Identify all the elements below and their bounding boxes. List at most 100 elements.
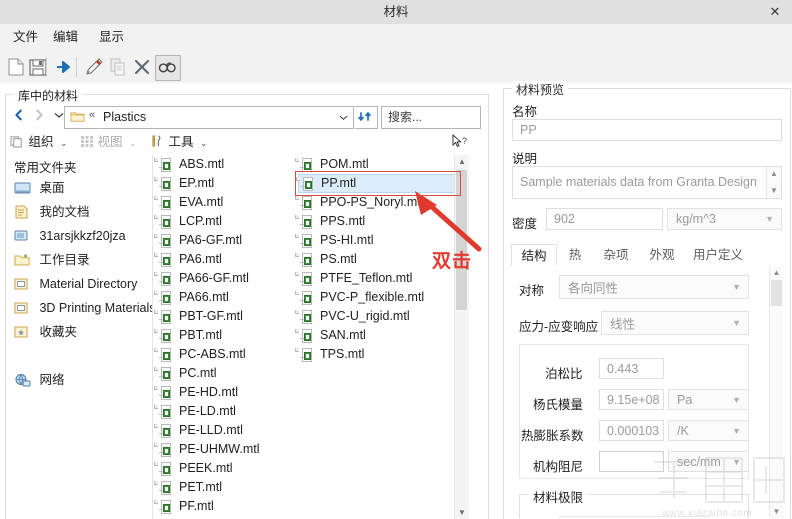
mtl-file-icon <box>154 291 172 305</box>
file-item[interactable]: PE-UHMW.mtl <box>154 440 297 459</box>
scroll-up-icon[interactable]: ▲ <box>455 155 469 169</box>
scroll-down-icon[interactable]: ▼ <box>455 506 469 519</box>
file-item[interactable]: PC.mtl <box>154 364 297 383</box>
file-item[interactable]: PA6-GF.mtl <box>154 231 297 250</box>
thermal-expansion-unit-select[interactable]: /K ▼ <box>668 420 749 441</box>
file-item[interactable]: ABS.mtl <box>154 155 297 174</box>
menu-item-view[interactable]: 显示 <box>94 28 129 47</box>
tab-外观[interactable]: 外观 <box>639 244 685 266</box>
scroll-down-icon[interactable]: ▼ <box>770 505 783 518</box>
file-item[interactable]: EP.mtl <box>154 174 297 193</box>
delete-button[interactable] <box>130 55 154 79</box>
view-mode-button[interactable]: 视图 ⌄ <box>80 132 137 152</box>
scroll-down-icon[interactable]: ▼ <box>767 184 781 198</box>
sidebar-item-material-directory[interactable]: Material Directory <box>14 275 137 294</box>
address-bar: « Plastics 搜索... <box>6 104 481 130</box>
mtl-file-icon <box>295 196 313 210</box>
refresh-button[interactable] <box>355 106 378 129</box>
youngs-modulus-label: 杨氏模量 <box>533 398 584 412</box>
stress-strain-select[interactable]: 线性 ▼ <box>601 311 749 335</box>
symmetry-select[interactable]: 各向同性 ▼ <box>559 275 749 299</box>
file-name: PE-UHMW.mtl <box>179 442 260 456</box>
address-field[interactable]: « Plastics <box>64 106 354 129</box>
organize-button[interactable]: 组织 ⌄ <box>10 132 68 152</box>
tools-button[interactable]: 工具 ⌄ <box>150 132 208 152</box>
help-pointer-icon[interactable]: ? <box>451 133 471 153</box>
file-item[interactable]: POM.mtl <box>295 155 458 174</box>
file-item[interactable]: LCP.mtl <box>154 212 297 231</box>
sidebar-item-my-documents[interactable]: 我的文档 <box>14 203 90 222</box>
file-item[interactable]: PEEK.mtl <box>154 459 297 478</box>
file-item[interactable]: PF.mtl <box>154 497 297 516</box>
file-name: PTFE_Teflon.mtl <box>320 271 413 285</box>
sidebar-item-3d-printing-materials[interactable]: 3D Printing Materials <box>14 299 156 318</box>
search-input[interactable]: 搜索... <box>381 106 481 129</box>
file-item[interactable]: PC-ABS.mtl <box>154 345 297 364</box>
poisson-ratio-field[interactable]: 0.443 <box>599 358 664 379</box>
menu-item-file[interactable]: 文件 <box>8 28 43 47</box>
sidebar-item-favorites[interactable]: 收藏夹 <box>14 323 77 342</box>
sidebar-item-work-directory[interactable]: 工作目录 <box>14 251 90 270</box>
file-item[interactable]: PE-HD.mtl <box>154 383 297 402</box>
tools-label: 工具 <box>168 135 194 149</box>
sidebar-item-desktop[interactable]: 桌面 <box>14 179 65 198</box>
file-item[interactable]: PA6.mtl <box>154 250 297 269</box>
view-mode-label: 视图 <box>97 135 123 149</box>
thermal-expansion-field[interactable]: 0.000103 <box>599 420 664 441</box>
file-item[interactable]: TPS.mtl <box>295 345 458 364</box>
youngs-modulus-unit-select[interactable]: Pa ▼ <box>668 389 749 410</box>
back-button[interactable] <box>10 108 27 126</box>
thermal-expansion-value: 0.000103 <box>607 423 660 438</box>
menu-item-edit[interactable]: 编辑 <box>48 28 83 47</box>
file-item[interactable]: PBT.mtl <box>154 326 297 345</box>
view-button[interactable] <box>155 55 181 81</box>
structural-damping-unit-select[interactable]: sec/mm ▼ <box>668 451 749 472</box>
file-item[interactable]: PVC-U_rigid.mtl <box>295 307 458 326</box>
edit-button[interactable] <box>82 55 106 79</box>
tab-用户定义[interactable]: 用户定义 <box>685 244 751 266</box>
file-item[interactable]: SAN.mtl <box>295 326 458 345</box>
scroll-up-icon[interactable]: ▲ <box>770 266 783 279</box>
mtl-file-icon <box>154 215 172 229</box>
structure-scrollbar[interactable]: ▲ ▼ <box>769 266 783 518</box>
mtl-file-icon <box>295 348 313 362</box>
thermal-expansion-label: 热膨胀系数 <box>521 429 584 443</box>
name-field[interactable]: PP <box>512 119 782 141</box>
file-item[interactable]: PET.mtl <box>154 478 297 497</box>
density-field[interactable]: 902 <box>546 208 663 230</box>
apply-button[interactable] <box>52 55 76 79</box>
sidebar-item-computer[interactable]: 31arsjkkzf20jza <box>14 227 126 246</box>
scrollbar-thumb[interactable] <box>771 280 782 306</box>
copy-button[interactable] <box>106 55 130 79</box>
file-item[interactable]: PBT-GF.mtl <box>154 307 297 326</box>
tab-热[interactable]: 热 <box>557 244 593 266</box>
file-item[interactable]: PA66-GF.mtl <box>154 269 297 288</box>
description-scrollbar[interactable]: ▲ ▼ <box>766 167 781 198</box>
description-field[interactable]: Sample materials data from Granta Design… <box>512 166 782 199</box>
file-item[interactable]: PVC-P_flexible.mtl <box>295 288 458 307</box>
sidebar-item-network[interactable]: 网络 <box>14 371 65 390</box>
youngs-modulus-field[interactable]: 9.15e+08 <box>599 389 664 410</box>
new-file-button[interactable] <box>4 55 28 79</box>
close-button[interactable]: ✕ <box>764 3 786 21</box>
title-bar: 材料 ✕ <box>0 0 792 25</box>
file-item[interactable]: PE-LLD.mtl <box>154 421 297 440</box>
density-unit-select[interactable]: kg/m^3 ▼ <box>667 208 782 230</box>
mtl-file-icon <box>154 367 172 381</box>
file-item[interactable]: EVA.mtl <box>154 193 297 212</box>
forward-button[interactable] <box>30 108 47 126</box>
mtl-file-icon <box>154 386 172 400</box>
tab-杂项[interactable]: 杂项 <box>593 244 639 266</box>
scroll-up-icon[interactable]: ▲ <box>767 167 781 181</box>
file-name: EP.mtl <box>179 176 215 190</box>
file-item[interactable]: PE-LD.mtl <box>154 402 297 421</box>
file-item[interactable]: PA66.mtl <box>154 288 297 307</box>
youngs-modulus-unit: Pa <box>677 392 693 407</box>
address-dropdown-icon[interactable] <box>339 113 348 124</box>
glasses-icon <box>158 62 176 73</box>
sidebar-label: 收藏夹 <box>39 325 77 339</box>
organize-label: 组织 <box>28 135 54 149</box>
file-name: PEEK.mtl <box>179 461 233 475</box>
tab-结构[interactable]: 结构 <box>511 244 557 266</box>
structural-damping-field[interactable] <box>599 451 664 472</box>
